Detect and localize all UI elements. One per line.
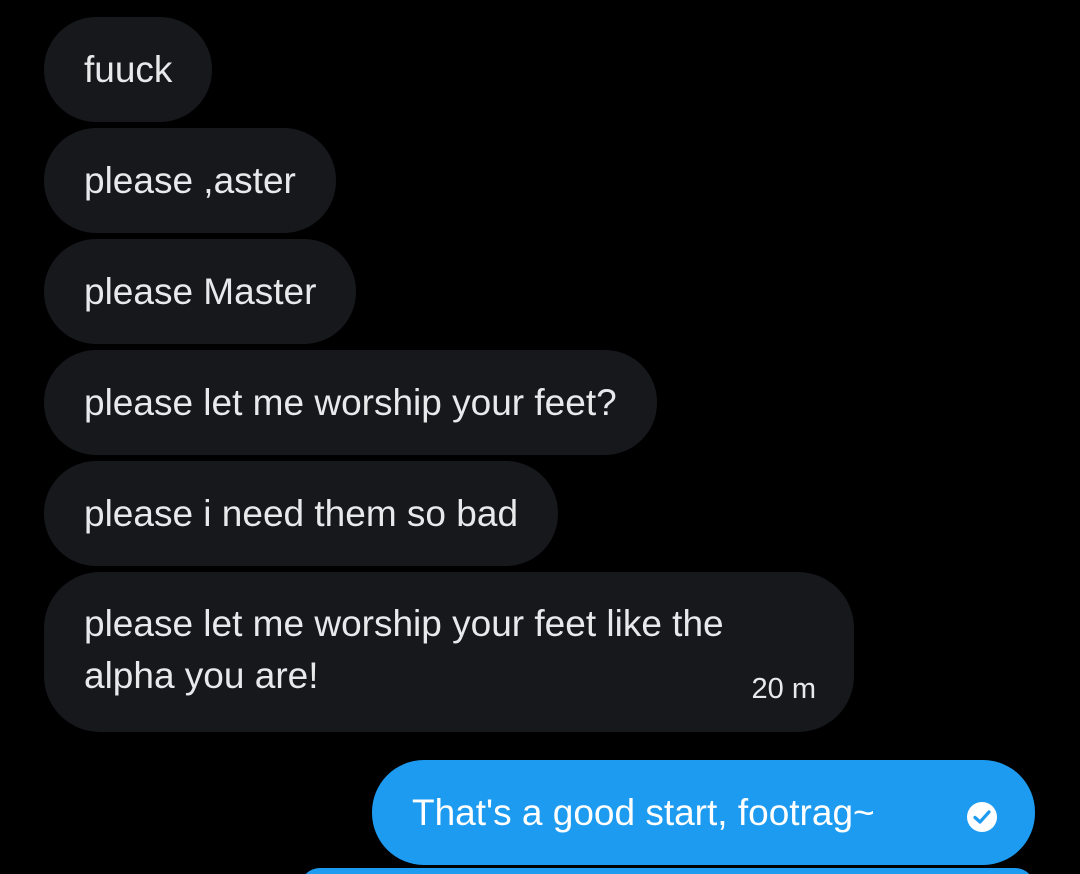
message-text: please Master — [84, 270, 317, 312]
message-text: fuuck — [84, 48, 173, 90]
check-circle-icon — [965, 796, 999, 832]
message-bubble-received[interactable]: fuuck — [44, 17, 213, 122]
chat-thread: fuuck please ,aster please Master please… — [0, 0, 1080, 874]
message-bubble-received[interactable]: please Master — [44, 239, 357, 344]
message-bubble-sent-partial[interactable] — [300, 868, 1035, 874]
message-text: please let me worship your feet? — [84, 381, 617, 423]
message-timestamp: 20 m — [751, 673, 816, 705]
message-bubble-sent[interactable]: That's a good start, footrag~ — [372, 760, 1035, 865]
message-bubble-received[interactable]: please let me worship your feet like the… — [44, 572, 854, 732]
message-text: please i need them so bad — [84, 492, 519, 534]
message-bubble-received[interactable]: please i need them so bad — [44, 461, 559, 566]
message-text: please ,aster — [84, 159, 296, 201]
message-bubble-received[interactable]: please ,aster — [44, 128, 336, 233]
message-text: please let me worship your feet like the… — [84, 603, 724, 696]
message-text: That's a good start, footrag~ — [412, 791, 875, 833]
message-bubble-received[interactable]: please let me worship your feet? — [44, 350, 657, 455]
